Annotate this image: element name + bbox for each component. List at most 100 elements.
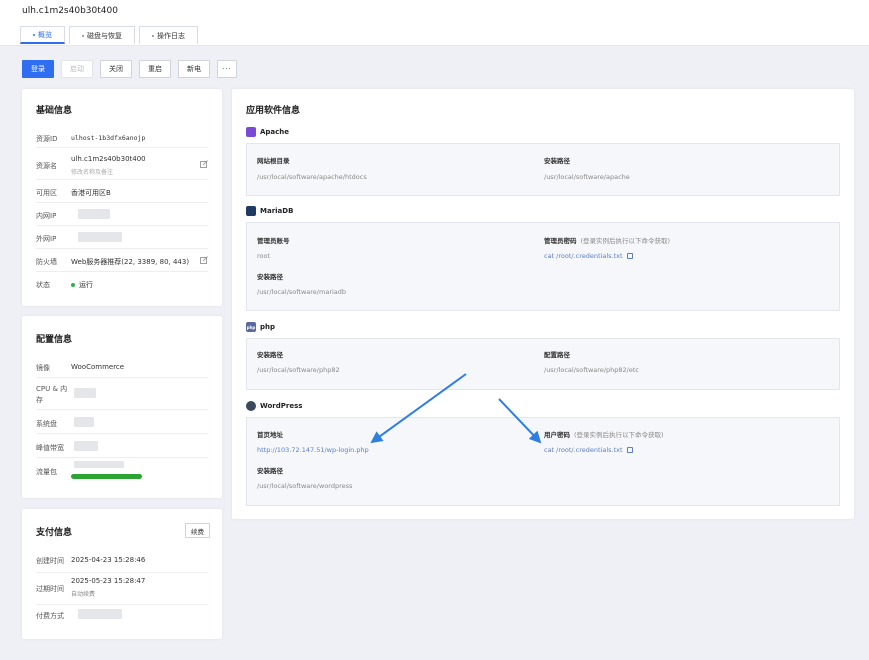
public-ip-label: 外网IP	[36, 235, 57, 243]
wordpress-name: WordPress	[260, 402, 303, 410]
wordpress-path-label: 安装路径	[257, 467, 283, 475]
new-button[interactable]: 新电	[178, 60, 210, 78]
apache-info-box: 网站根目录 /usr/local/software/apache/htdocs …	[246, 143, 840, 196]
expire-time-value: 2025-05-23 15:28:47	[71, 577, 146, 585]
wordpress-password-command-text: cat /root/.credentials.txt	[544, 446, 623, 454]
app-software-title: 应用软件信息	[246, 106, 301, 116]
row-private-ip: 内网IP	[36, 203, 208, 226]
image-label: 镜像	[36, 364, 50, 372]
tab-dot-icon	[152, 34, 154, 37]
config-info-card: 配置信息 镜像 WooCommerce CPU & 内 存 系统盘 峰值带宽 流…	[22, 316, 222, 498]
edit-firewall-icon[interactable]	[200, 256, 208, 264]
traffic-redacted	[74, 461, 124, 468]
status-text: 运行	[79, 281, 93, 289]
tab-label: 概览	[38, 30, 52, 39]
wordpress-password-command: cat /root/.credentials.txt	[544, 446, 633, 454]
auto-renew-text: 自动续费	[71, 591, 96, 598]
row-firewall: 防火墙 Web服务器推荐(22, 3389, 80, 443)	[36, 249, 208, 272]
tab-label: 磁盘与恢复	[87, 31, 122, 40]
basic-info-title: 基础信息	[36, 106, 73, 116]
bandwidth-redacted	[74, 441, 98, 451]
resource-name-note: 修改名称及备注	[71, 169, 114, 176]
cpu-memory-label-line1: CPU & 内	[36, 385, 68, 393]
payment-info-card: 支付信息 续费 创建时间 2025-04-23 15:28:46 过期时间 20…	[22, 509, 222, 639]
traffic-label: 流量包	[36, 468, 57, 476]
row-bandwidth: 峰值带宽	[36, 434, 208, 458]
row-resource-id: 资源ID ulhost-1b3dfx6anojp	[36, 126, 208, 148]
app-software-card: 应用软件信息 Apache 网站根目录 /usr/local/software/…	[232, 89, 854, 519]
row-cpu-memory: CPU & 内 存	[36, 378, 208, 410]
firewall-value[interactable]: Web服务器推荐(22, 3389, 80, 443)	[71, 257, 189, 267]
tab-dot-icon	[33, 33, 35, 36]
mariadb-password-command-text: cat /root/.credentials.txt	[544, 252, 623, 260]
cpu-memory-redacted	[74, 388, 96, 398]
copy-icon[interactable]	[626, 253, 633, 259]
pay-method-label: 付费方式	[36, 612, 64, 620]
tab-overview[interactable]: 概览	[20, 26, 65, 44]
wordpress-password-label: 用户密码 (登录实例后执行以下命令获取)	[544, 429, 664, 439]
row-traffic: 流量包	[36, 458, 208, 486]
apache-name: Apache	[260, 128, 290, 136]
resource-id-label: 资源ID	[36, 135, 58, 143]
php-config-label: 配置路径	[544, 351, 570, 359]
wordpress-home-label: 首页地址	[257, 431, 283, 439]
bandwidth-label: 峰值带宽	[36, 444, 64, 452]
apache-header: Apache	[246, 127, 289, 137]
pay-method-redacted	[78, 609, 122, 619]
cpu-memory-label-line2: 存	[36, 396, 43, 404]
row-expire-time: 过期时间 2025-05-23 15:28:47 自动续费	[36, 573, 208, 605]
php-name: php	[260, 323, 276, 331]
wordpress-path-value: /usr/local/software/wordpress	[257, 482, 353, 490]
mariadb-path-label: 安装路径	[257, 273, 283, 281]
wordpress-home-link[interactable]: http://103.72.147.51/wp-login.php	[257, 446, 369, 454]
traffic-progress-bar	[71, 474, 142, 479]
tab-bar: 概览 磁盘与恢复 操作日志	[20, 26, 198, 44]
public-ip-redacted	[78, 232, 122, 242]
mariadb-header: MariaDB	[246, 206, 293, 216]
row-pay-method: 付费方式	[36, 605, 208, 629]
renew-button[interactable]: 续费	[185, 523, 210, 538]
tab-disk-recovery[interactable]: 磁盘与恢复	[69, 26, 135, 44]
wordpress-info-box: 首页地址 http://103.72.147.51/wp-login.php 用…	[246, 417, 840, 506]
mariadb-password-label-text: 管理员密码	[544, 237, 577, 245]
status-value: 运行	[71, 280, 93, 290]
more-button[interactable]: ···	[217, 60, 237, 78]
image-value: WooCommerce	[71, 363, 125, 371]
resource-id-value: ulhost-1b3dfx6anojp	[71, 134, 146, 142]
tab-dot-icon	[82, 34, 84, 37]
row-created-time: 创建时间 2025-04-23 15:28:46	[36, 549, 208, 573]
zone-value: 香港可用区B	[71, 189, 111, 197]
payment-info-title: 支付信息	[36, 528, 73, 538]
php-logo-icon: php	[246, 322, 256, 332]
row-system-disk: 系统盘	[36, 410, 208, 434]
shutdown-button[interactable]: 关闭	[100, 60, 132, 78]
created-time-value: 2025-04-23 15:28:46	[71, 556, 146, 564]
tab-operation-log[interactable]: 操作日志	[139, 26, 198, 44]
php-header: php php	[246, 322, 275, 332]
mariadb-name: MariaDB	[260, 207, 294, 215]
wordpress-header: WordPress	[246, 401, 302, 411]
mariadb-admin-value: root	[257, 252, 271, 260]
restart-button[interactable]: 重启	[139, 60, 171, 78]
zone-label: 可用区	[36, 189, 57, 197]
resource-name-value: ulh.c1m2s40b30t400	[71, 155, 146, 163]
created-time-label: 创建时间	[36, 557, 64, 565]
tab-label: 操作日志	[157, 31, 185, 40]
status-label: 状态	[36, 281, 50, 289]
edit-name-icon[interactable]	[200, 160, 208, 168]
system-disk-redacted	[74, 417, 94, 427]
mariadb-password-label: 管理员密码 (登录实例后执行以下命令获取)	[544, 235, 670, 245]
login-button[interactable]: 登录	[22, 60, 54, 78]
row-status: 状态 运行	[36, 272, 208, 295]
row-resource-name: 资源名 ulh.c1m2s40b30t400 修改名称及备注	[36, 148, 208, 180]
system-disk-label: 系统盘	[36, 420, 57, 428]
wordpress-password-hint: (登录实例后执行以下命令获取)	[574, 431, 664, 439]
copy-icon[interactable]	[626, 447, 633, 453]
apache-path-label: 安装路径	[544, 157, 570, 165]
config-info-title: 配置信息	[36, 335, 73, 345]
apache-root-value: /usr/local/software/apache/htdocs	[257, 173, 367, 181]
private-ip-label: 内网IP	[36, 212, 57, 220]
apache-path-value: /usr/local/software/apache	[544, 173, 630, 181]
resource-name-label: 资源名	[36, 162, 57, 170]
action-toolbar: 登录 启动 关闭 重启 新电 ···	[22, 60, 237, 78]
